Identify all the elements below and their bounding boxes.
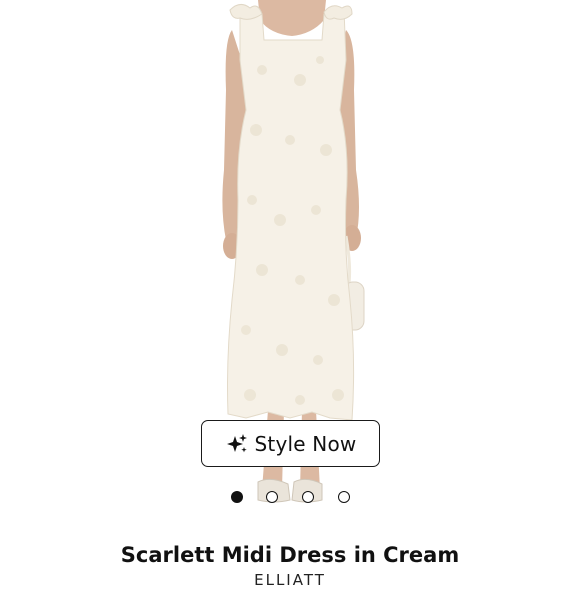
style-now-label: Style Now [254, 431, 357, 456]
product-title: Scarlett Midi Dress in Cream [120, 543, 460, 567]
carousel-dot-3[interactable] [302, 491, 314, 503]
carousel-dot-4[interactable] [338, 491, 350, 503]
sparkles-icon [225, 432, 249, 456]
style-now-button[interactable]: Style Now [201, 420, 380, 467]
carousel-indicator [0, 491, 580, 505]
carousel-dot-2[interactable] [266, 491, 278, 503]
carousel-dot-1[interactable] [231, 491, 243, 503]
product-brand[interactable]: ELLIATT [0, 571, 580, 589]
